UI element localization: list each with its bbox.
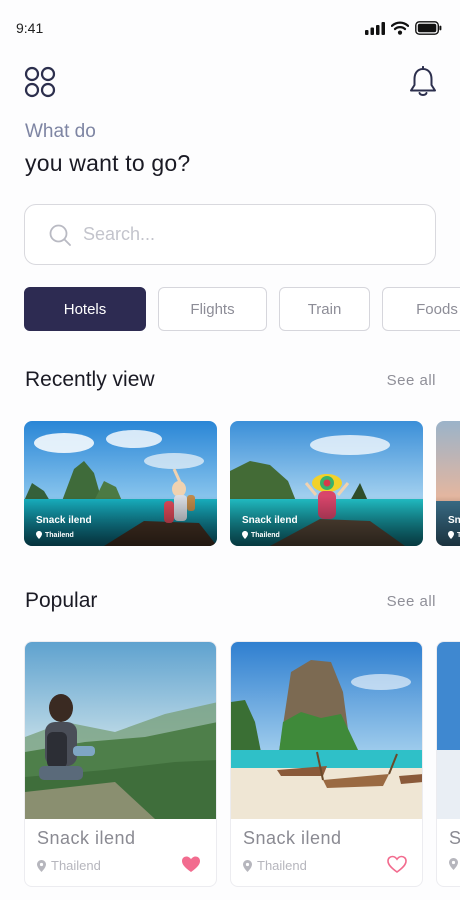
recent-card-location-text: Thailend	[251, 531, 280, 539]
sea-photo	[437, 642, 460, 819]
search-box[interactable]	[24, 204, 436, 265]
search-input[interactable]	[83, 224, 383, 245]
recent-section-title: Recently view	[25, 368, 155, 391]
popular-card-name: S	[449, 828, 460, 849]
page-title: you want to go?	[25, 150, 191, 176]
recent-card[interactable]: Snack ilend Thailend	[24, 421, 217, 546]
popular-card[interactable]: S	[436, 641, 460, 887]
recent-see-all-link[interactable]: See all	[387, 372, 436, 389]
popular-card-location	[449, 858, 458, 870]
status-bar: 9:41	[16, 18, 442, 38]
category-hotels[interactable]: Hotels	[24, 287, 146, 331]
recent-card-location: T	[448, 531, 460, 539]
recent-card-location-text: Thailend	[45, 531, 74, 539]
location-pin-icon	[36, 531, 42, 539]
popular-card-location: Thailend	[243, 858, 307, 873]
popular-card-location-text: Thailend	[257, 858, 307, 873]
recent-card-name: Sn	[448, 515, 460, 526]
location-pin-icon	[243, 859, 252, 872]
bell-icon[interactable]	[408, 66, 438, 98]
popular-see-all-link[interactable]: See all	[387, 593, 436, 610]
mountain-photo	[25, 642, 216, 819]
location-pin-icon	[449, 858, 458, 870]
popular-card-location: Thailend	[37, 858, 101, 873]
status-icons	[365, 21, 442, 35]
location-pin-icon	[242, 531, 248, 539]
category-tabs: Hotels Flights Train Foods	[24, 287, 460, 331]
popular-card-location-text: Thailend	[51, 858, 101, 873]
heart-icon[interactable]	[386, 854, 408, 874]
heart-icon[interactable]	[180, 854, 202, 874]
popular-section-title: Popular	[25, 589, 98, 612]
category-flights[interactable]: Flights	[158, 287, 267, 331]
recent-card[interactable]: Sn T	[436, 421, 460, 546]
status-time: 9:41	[16, 20, 44, 36]
category-train[interactable]: Train	[279, 287, 370, 331]
popular-card[interactable]: Snack ilend Thailend	[24, 641, 217, 887]
recent-card[interactable]: Snack ilend Thailend	[230, 421, 423, 546]
menu-grid-icon[interactable]	[24, 66, 56, 98]
location-pin-icon	[37, 859, 46, 872]
signal-icon	[365, 21, 385, 35]
battery-icon	[415, 21, 442, 35]
recent-card-location: Thailend	[36, 531, 74, 539]
wifi-icon	[391, 21, 409, 35]
recent-card-location: Thailend	[242, 531, 280, 539]
popular-card-name: Snack ilend	[243, 828, 342, 848]
popular-card[interactable]: Snack ilend Thailend	[230, 641, 423, 887]
recent-card-name: Snack ilend	[36, 515, 92, 526]
location-pin-icon	[448, 531, 454, 539]
category-foods[interactable]: Foods	[382, 287, 460, 331]
search-icon	[49, 224, 71, 246]
popular-card-name: Snack ilend	[37, 828, 136, 848]
screen: 9:41 What do you want to go? Search... H…	[0, 0, 460, 900]
recent-card-name: Snack ilend	[242, 515, 298, 526]
beach-boats-photo	[231, 642, 422, 819]
greeting-subtitle: What do	[25, 121, 96, 142]
